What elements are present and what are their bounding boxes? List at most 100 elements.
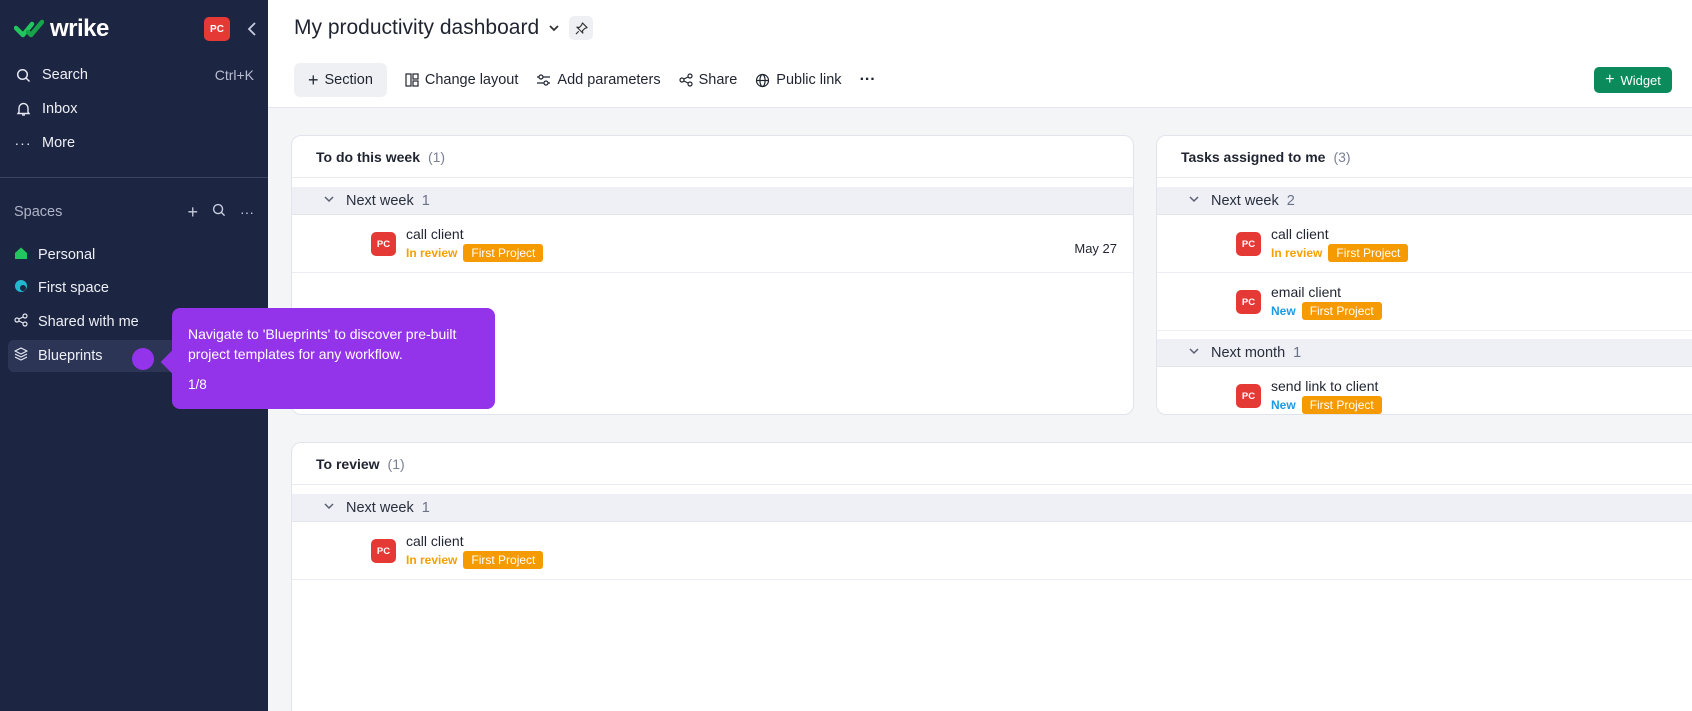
avatar: PC bbox=[371, 232, 396, 256]
more-nav-item[interactable]: ··· More bbox=[14, 129, 254, 157]
task-name[interactable]: email client bbox=[1271, 284, 1341, 300]
widget-title[interactable]: To do this week bbox=[316, 149, 420, 165]
change-layout-label: Change layout bbox=[424, 72, 519, 88]
add-parameters-label: Add parameters bbox=[557, 72, 661, 88]
group-count: 2 bbox=[1286, 192, 1295, 209]
group-count: 1 bbox=[1293, 344, 1302, 361]
chevron-down-icon[interactable] bbox=[549, 21, 559, 35]
status-badge[interactable]: In review bbox=[406, 553, 457, 567]
collapse-sidebar-button[interactable] bbox=[242, 17, 262, 41]
group-row-next-week[interactable]: Next week 1 bbox=[292, 187, 1133, 215]
inbox-label: Inbox bbox=[42, 101, 78, 117]
title-row: My productivity dashboard bbox=[294, 16, 594, 40]
task-row[interactable]: PC send link to client New First Project bbox=[1157, 367, 1692, 414]
project-tag[interactable]: First Project bbox=[1301, 302, 1382, 320]
space-item-personal[interactable]: Personal bbox=[8, 239, 260, 271]
tooltip-step-counter: 1/8 bbox=[188, 377, 207, 392]
walkthrough-tooltip: Navigate to 'Blueprints' to discover pre… bbox=[172, 308, 495, 409]
add-space-icon[interactable]: + bbox=[187, 202, 198, 223]
project-tag[interactable]: First Project bbox=[1328, 244, 1409, 262]
status-badge[interactable]: In review bbox=[1271, 246, 1322, 260]
more-label: More bbox=[42, 135, 76, 151]
search-nav-item[interactable]: Search Ctrl+K bbox=[14, 61, 254, 89]
dashboard-header: My productivity dashboard + Section Chan… bbox=[268, 0, 1692, 108]
project-tag[interactable]: First Project bbox=[463, 551, 544, 569]
logo-row: wrike PC bbox=[14, 14, 256, 44]
project-tag[interactable]: First Project bbox=[1301, 396, 1382, 414]
task-name[interactable]: call client bbox=[406, 226, 464, 242]
group-row-next-week[interactable]: Next week 2 bbox=[1157, 187, 1692, 215]
task-name[interactable]: send link to client bbox=[1271, 378, 1378, 394]
group-row-next-month[interactable]: Next month 1 bbox=[1157, 339, 1692, 367]
wrike-check-icon bbox=[14, 19, 44, 38]
to-review-widget: To review (1) Next week 1 PC call client… bbox=[291, 442, 1692, 711]
share-icon bbox=[678, 73, 693, 87]
widget-title[interactable]: Tasks assigned to me bbox=[1181, 149, 1325, 165]
chevron-down-icon[interactable] bbox=[1189, 195, 1199, 206]
chevron-down-icon[interactable] bbox=[1189, 347, 1199, 358]
home-icon bbox=[14, 246, 28, 264]
inbox-nav-item[interactable]: Inbox bbox=[14, 95, 254, 123]
plus-icon: + bbox=[308, 69, 319, 90]
logo-text: wrike bbox=[50, 15, 109, 42]
pin-icon[interactable] bbox=[569, 16, 594, 40]
chevron-down-icon[interactable] bbox=[324, 502, 334, 513]
group-label: Next week bbox=[346, 192, 414, 209]
avatar: PC bbox=[1236, 290, 1261, 314]
dashboard-toolbar: + Section Change layout Add parameters S… bbox=[294, 63, 876, 97]
public-link-label: Public link bbox=[776, 72, 842, 88]
section-label: Section bbox=[324, 72, 373, 88]
change-layout-button[interactable]: Change layout bbox=[405, 72, 519, 88]
space-item-first-space[interactable]: First space bbox=[8, 272, 260, 304]
layers-icon bbox=[14, 347, 28, 365]
add-section-button[interactable]: + Section bbox=[294, 63, 387, 97]
space-icon bbox=[14, 279, 28, 297]
wrike-logo[interactable]: wrike bbox=[14, 15, 109, 43]
group-label: Next week bbox=[1211, 192, 1279, 209]
task-meta: New First Project bbox=[1271, 302, 1382, 320]
status-badge[interactable]: New bbox=[1271, 398, 1296, 412]
tasks-assigned-widget: Tasks assigned to me (3) Next week 2 PC … bbox=[1156, 135, 1692, 415]
task-meta: In review First Project bbox=[406, 551, 544, 569]
widget-title[interactable]: To review bbox=[316, 456, 380, 472]
widget-header: To do this week (1) bbox=[292, 136, 1133, 178]
status-badge[interactable]: In review bbox=[406, 246, 457, 260]
public-link-button[interactable]: Public link bbox=[755, 72, 842, 88]
widget-count: (3) bbox=[1333, 148, 1351, 165]
task-name[interactable]: call client bbox=[1271, 226, 1329, 242]
group-row-next-week[interactable]: Next week 1 bbox=[292, 494, 1692, 522]
spaces-more-icon[interactable]: ··· bbox=[240, 204, 254, 220]
project-tag[interactable]: First Project bbox=[463, 244, 544, 262]
search-spaces-icon[interactable] bbox=[212, 203, 226, 221]
chevron-left-icon bbox=[247, 22, 256, 36]
task-row[interactable]: PC email client New First Project bbox=[1157, 273, 1692, 331]
add-parameters-button[interactable]: Add parameters bbox=[536, 72, 661, 88]
group-label: Next week bbox=[346, 499, 414, 516]
task-row[interactable]: PC call client In review First Project bbox=[292, 522, 1692, 580]
task-due-date[interactable]: May 27 bbox=[1074, 241, 1117, 256]
layout-icon bbox=[405, 73, 419, 87]
add-widget-button[interactable]: + Widget bbox=[1594, 67, 1672, 93]
group-label: Next month bbox=[1211, 344, 1286, 361]
globe-icon bbox=[756, 73, 770, 87]
tooltip-text: Navigate to 'Blueprints' to discover pre… bbox=[188, 326, 457, 362]
space-label: Shared with me bbox=[38, 314, 139, 330]
task-row[interactable]: PC call client In review First Project bbox=[1157, 215, 1692, 273]
group-count: 1 bbox=[421, 499, 430, 516]
walkthrough-hotspot[interactable] bbox=[132, 348, 154, 370]
avatar: PC bbox=[1236, 384, 1261, 408]
more-dots-icon: ··· bbox=[14, 135, 32, 151]
space-label: First space bbox=[38, 280, 109, 296]
status-badge[interactable]: New bbox=[1271, 304, 1296, 318]
widget-count: (1) bbox=[387, 455, 405, 472]
share-button[interactable]: Share bbox=[678, 72, 737, 88]
user-avatar[interactable]: PC bbox=[204, 17, 230, 41]
task-name[interactable]: call client bbox=[406, 533, 464, 549]
toolbar-more-button[interactable]: ··· bbox=[860, 71, 876, 89]
task-row[interactable]: PC call client In review First Project M… bbox=[292, 215, 1133, 273]
task-meta: New First Project bbox=[1271, 396, 1382, 414]
plus-icon: + bbox=[1605, 71, 1615, 88]
chevron-down-icon[interactable] bbox=[324, 195, 334, 206]
group-count: 1 bbox=[421, 192, 430, 209]
more-dots-icon: ··· bbox=[859, 71, 876, 88]
